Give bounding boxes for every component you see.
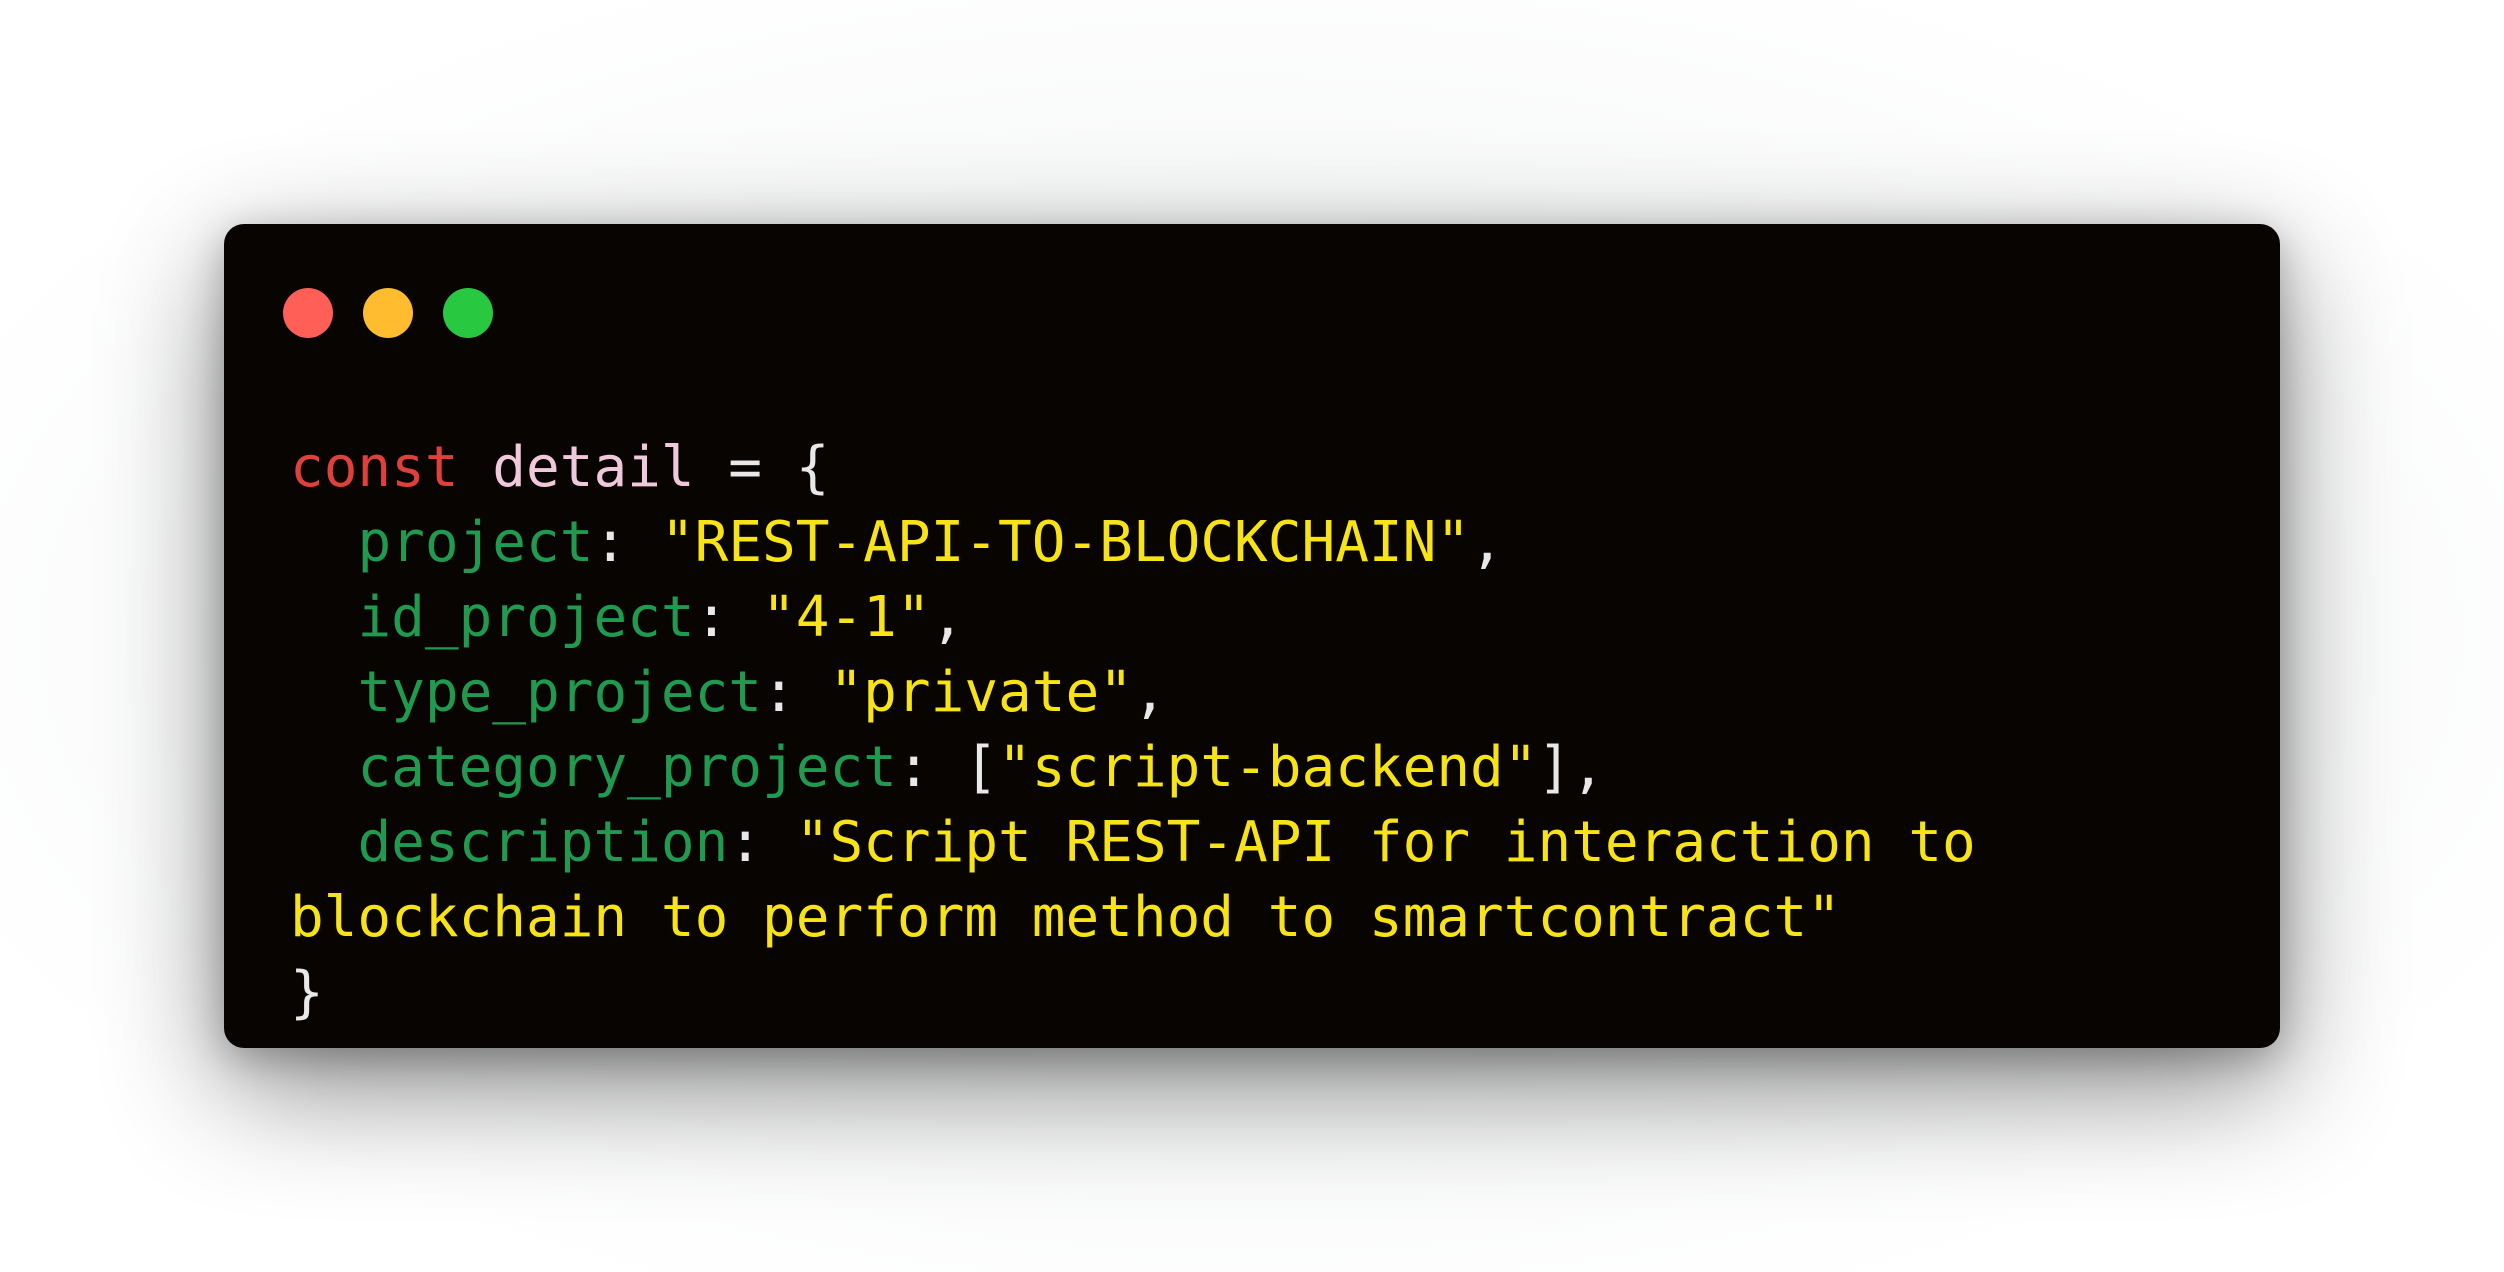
property-key: id_project <box>357 585 695 650</box>
key-separator: : <box>762 660 830 725</box>
code-line-3: id_project: "4-1", <box>290 580 1976 655</box>
string-value-continued: blockchain to perform method to smartcon… <box>290 885 1841 950</box>
string-value: "script-backend" <box>998 735 1538 800</box>
variable-name: detail <box>492 435 695 500</box>
code-line-4: type_project: "private", <box>290 655 1976 730</box>
property-key: project <box>357 510 594 575</box>
code-line-6: description: "Script REST-API for intera… <box>290 805 1976 880</box>
close-window-icon[interactable] <box>283 288 333 338</box>
string-value: "Script REST-API for interaction to <box>795 810 1976 875</box>
line-terminator: , <box>1470 510 1504 575</box>
string-value: "4-1" <box>762 585 931 650</box>
code-window: const detail = { project: "REST-API-TO-B… <box>224 224 2280 1048</box>
string-value: "private" <box>829 660 1133 725</box>
key-separator: : <box>694 585 763 650</box>
property-key: type_project <box>357 660 763 725</box>
property-key: category_project <box>357 735 897 800</box>
code-block: const detail = { project: "REST-API-TO-B… <box>290 430 1976 1030</box>
string-value: "REST-API-TO-BLOCKCHAIN" <box>660 510 1471 575</box>
key-separator: : [ <box>896 735 999 800</box>
line-terminator: ], <box>1537 735 1605 800</box>
property-key: description <box>357 810 729 875</box>
code-line-8: } <box>290 955 1976 1030</box>
key-separator: : <box>593 510 661 575</box>
assignment-operator: = { <box>694 435 830 500</box>
window-titlebar <box>224 224 2280 344</box>
line-terminator: , <box>1132 660 1167 725</box>
code-line-5: category_project: ["script-backend"], <box>290 730 1976 805</box>
line-terminator: , <box>930 585 965 650</box>
code-line-2: project: "REST-API-TO-BLOCKCHAIN", <box>290 505 1976 580</box>
code-line-1: const detail = { <box>290 430 1976 505</box>
code-line-7: blockchain to perform method to smartcon… <box>290 880 1976 955</box>
keyword-const: const <box>290 435 459 500</box>
closing-brace: } <box>290 960 324 1025</box>
maximize-window-icon[interactable] <box>443 288 493 338</box>
minimize-window-icon[interactable] <box>363 288 413 338</box>
key-separator: : <box>728 810 796 875</box>
